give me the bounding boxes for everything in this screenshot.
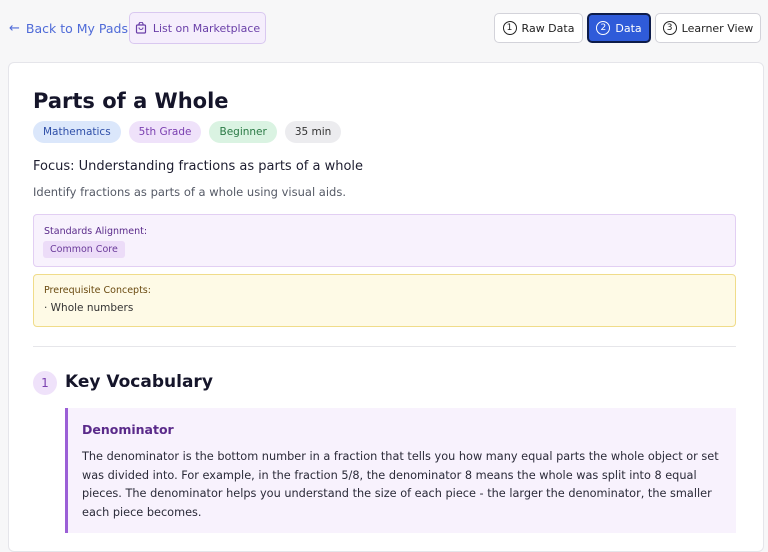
standards-label: Standards Alignment: bbox=[44, 226, 148, 237]
step-number-badge: 1 bbox=[502, 21, 517, 35]
prerequisite-item: · Whole numbers bbox=[44, 302, 134, 314]
raw-data-view-button[interactable]: 1 Raw Data bbox=[494, 13, 583, 43]
vocabulary-definition: The denominator is the bottom number in … bbox=[82, 450, 719, 519]
data-view-button[interactable]: 2 Data bbox=[587, 13, 651, 43]
view-button-label: Data bbox=[615, 21, 642, 35]
lesson-title: Parts of a Whole bbox=[33, 89, 229, 113]
list-on-marketplace-button[interactable]: List on Marketplace bbox=[129, 12, 266, 44]
view-button-label: Learner View bbox=[681, 21, 754, 35]
lesson-description: Identify fractions as parts of a whole u… bbox=[33, 185, 346, 199]
back-to-my-pads-link[interactable]: ← Back to My Pads bbox=[9, 17, 128, 39]
view-button-label: Raw Data bbox=[521, 21, 575, 35]
level-tag: Beginner bbox=[209, 121, 277, 143]
lesson-focus: Focus: Understanding fractions as parts … bbox=[33, 159, 364, 174]
step-number-badge: 3 bbox=[662, 21, 677, 35]
grade-tag: 5th Grade bbox=[128, 121, 202, 143]
marketplace-button-label: List on Marketplace bbox=[152, 21, 261, 35]
standards-alignment-box: Standards Alignment: Common Core bbox=[33, 214, 736, 267]
shopping-bag-icon bbox=[135, 22, 146, 34]
vocabulary-card: Denominator The denominator is the botto… bbox=[65, 408, 736, 533]
lesson-tags: Mathematics 5th Grade Beginner 35 min bbox=[33, 121, 342, 143]
back-link-label: Back to My Pads bbox=[25, 20, 128, 36]
duration-tag: 35 min bbox=[284, 121, 342, 143]
vocabulary-term: Denominator bbox=[82, 422, 174, 437]
lesson-card: Parts of a Whole Mathematics 5th Grade B… bbox=[8, 62, 764, 552]
step-number-badge: 2 bbox=[596, 21, 611, 35]
learner-view-button[interactable]: 3 Learner View bbox=[655, 13, 761, 43]
prerequisite-concepts-box: Prerequisite Concepts: · Whole numbers bbox=[33, 274, 736, 327]
section-divider bbox=[33, 346, 736, 347]
standard-chip: Common Core bbox=[43, 241, 125, 258]
prerequisites-label: Prerequisite Concepts: bbox=[44, 285, 151, 296]
section-number-badge: 1 bbox=[33, 371, 57, 395]
section-title: Key Vocabulary bbox=[65, 372, 213, 392]
subject-tag: Mathematics bbox=[33, 121, 121, 143]
arrow-left-icon: ← bbox=[9, 20, 20, 36]
top-bar: ← Back to My Pads List on Marketplace 1 … bbox=[0, 0, 768, 58]
